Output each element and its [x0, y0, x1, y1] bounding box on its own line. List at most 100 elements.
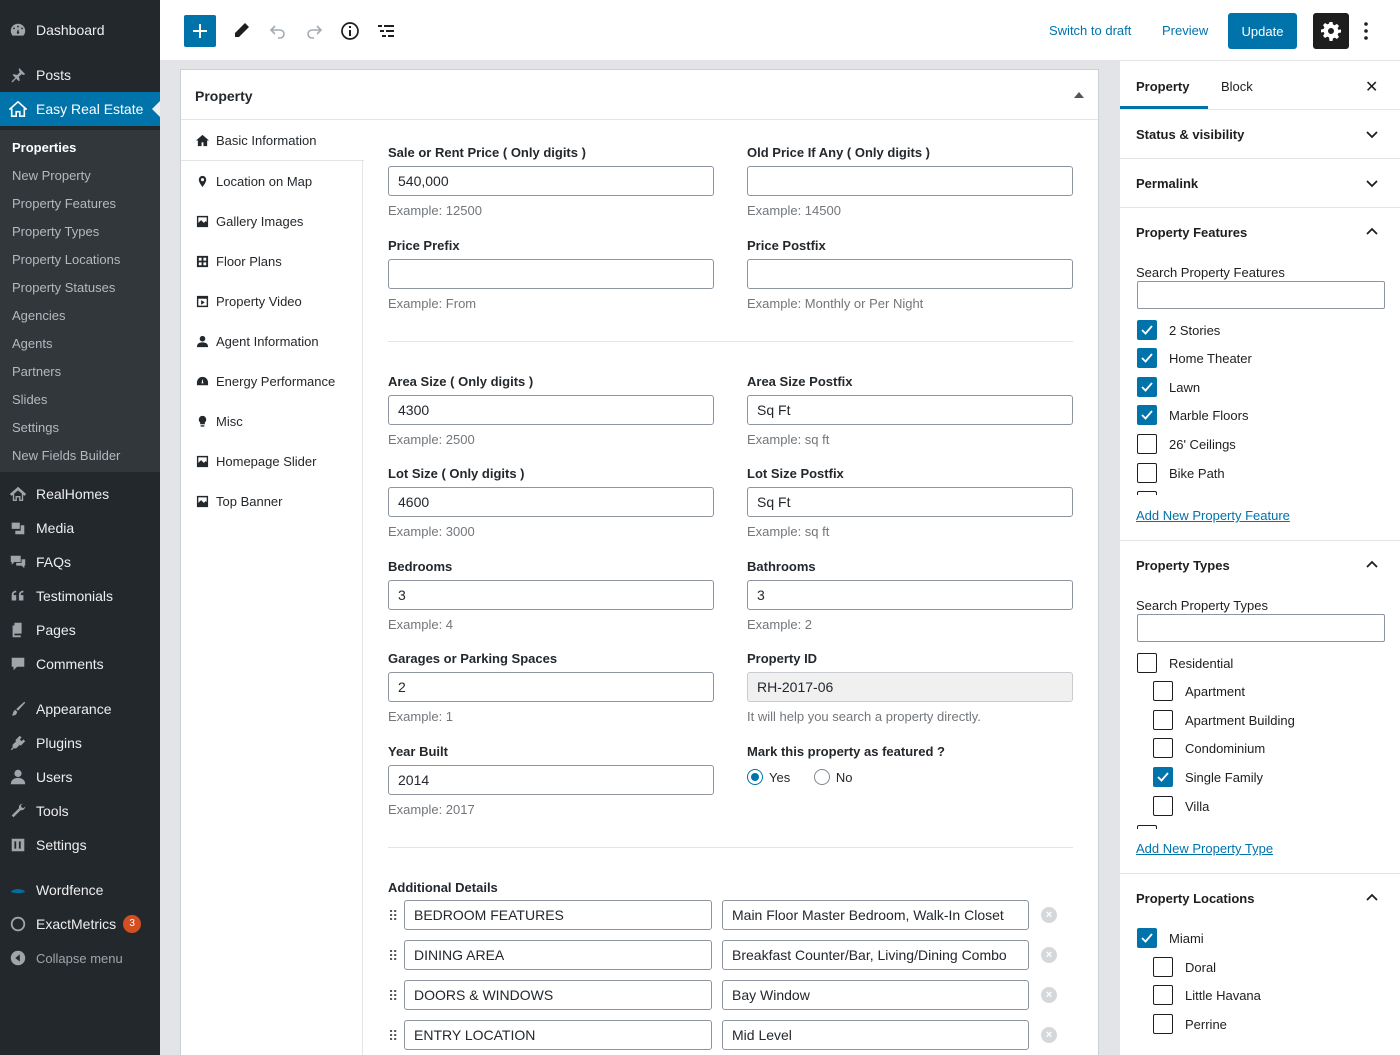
panel-property-types[interactable]: Property Types [1120, 541, 1400, 590]
add-block-button[interactable] [184, 15, 216, 47]
checkbox-location[interactable]: Perrine [1153, 1014, 1227, 1034]
checkbox-type[interactable]: Condominium [1153, 738, 1265, 758]
featured-no-radio[interactable]: No [813, 769, 852, 785]
checkbox-feature[interactable]: Lawn [1137, 377, 1200, 397]
drag-handle-icon[interactable]: ⠿ [388, 907, 398, 925]
checkbox-type[interactable]: Residential [1137, 653, 1233, 673]
lot-size-input[interactable] [388, 487, 714, 517]
search-features-input[interactable] [1137, 281, 1385, 309]
submenu-item[interactable]: Agencies [12, 308, 65, 323]
submenu-item[interactable]: Property Types [12, 224, 99, 239]
collapse-menu-button[interactable]: Collapse menu [0, 941, 160, 975]
checkbox-type[interactable]: Apartment Building [1153, 710, 1295, 730]
submenu-item[interactable]: Partners [12, 364, 61, 379]
submenu-item[interactable]: Agents [12, 336, 52, 351]
drag-handle-icon[interactable]: ⠿ [388, 947, 398, 965]
update-button[interactable]: Update [1228, 13, 1297, 49]
detail-value-input[interactable] [722, 1020, 1029, 1050]
area-size-input[interactable] [388, 395, 714, 425]
close-sidebar-button[interactable]: ✕ [1365, 77, 1378, 97]
featured-yes-radio[interactable]: Yes [747, 769, 790, 785]
tab-gallery-images[interactable]: Gallery Images [181, 201, 363, 241]
detail-value-input[interactable] [722, 980, 1029, 1010]
menu-testimonials[interactable]: Testimonials [0, 579, 160, 613]
metabox-header[interactable]: Property [181, 70, 1098, 120]
price-input[interactable] [388, 166, 714, 196]
tab-property[interactable]: Property [1136, 79, 1189, 94]
add-property-type-link[interactable]: Add New Property Type [1136, 841, 1273, 856]
checkbox-feature[interactable]: Bike Path [1137, 463, 1225, 483]
checkbox-feature[interactable]: 2 Stories [1137, 320, 1220, 340]
submenu-item[interactable]: New Fields Builder [12, 448, 120, 463]
old-price-input[interactable] [747, 166, 1073, 196]
checkbox-type[interactable]: Villa [1153, 796, 1209, 816]
detail-value-input[interactable] [722, 900, 1029, 930]
submenu-item[interactable]: Property Locations [12, 252, 120, 267]
checkbox-type[interactable]: Apartment [1153, 681, 1245, 701]
panel-permalink[interactable]: Permalink [1120, 159, 1400, 208]
price-prefix-input[interactable] [388, 259, 714, 289]
menu-dashboard[interactable]: Dashboard [0, 13, 160, 47]
panel-property-locations[interactable]: Property Locations [1120, 874, 1400, 923]
panel-property-features[interactable]: Property Features [1120, 208, 1400, 257]
tab-basic-information[interactable]: Basic Information [181, 121, 364, 161]
garages-input[interactable] [388, 672, 714, 702]
price-postfix-input[interactable] [747, 259, 1073, 289]
redo-button[interactable] [301, 18, 327, 44]
checkbox-feature[interactable]: Marble Floors [1137, 405, 1248, 425]
menu-posts[interactable]: Posts [0, 58, 160, 92]
detail-key-input[interactable] [404, 940, 712, 970]
bedrooms-input[interactable] [388, 580, 714, 610]
undo-button[interactable] [265, 18, 291, 44]
preview-button[interactable]: Preview [1162, 23, 1208, 38]
tab-location-on-map[interactable]: Location on Map [181, 161, 363, 201]
submenu-item[interactable]: Settings [12, 420, 59, 435]
menu-wordfence[interactable]: Wordfence [0, 873, 160, 907]
more-menu-button[interactable] [1356, 18, 1376, 44]
drag-handle-icon[interactable]: ⠿ [388, 1027, 398, 1045]
menu-comments[interactable]: Comments [0, 647, 160, 681]
submenu-item[interactable]: Property Statuses [12, 280, 115, 295]
remove-row-icon[interactable]: × [1041, 1027, 1057, 1043]
panel-status-visibility[interactable]: Status & visibility [1120, 110, 1400, 159]
checkbox-location[interactable]: Little Havana [1153, 985, 1261, 1005]
property-id-input[interactable] [747, 672, 1073, 702]
detail-key-input[interactable] [404, 1020, 712, 1050]
lot-postfix-input[interactable] [747, 487, 1073, 517]
tab-misc[interactable]: Misc [181, 401, 363, 441]
remove-row-icon[interactable]: × [1041, 947, 1057, 963]
menu-exactmetrics[interactable]: ExactMetrics 3 [0, 907, 160, 941]
submenu-item[interactable]: New Property [12, 168, 91, 183]
menu-easy-real-estate[interactable]: Easy Real Estate [0, 92, 160, 126]
collapse-arrow-icon[interactable] [1074, 92, 1084, 98]
detail-key-input[interactable] [404, 980, 712, 1010]
tab-floor-plans[interactable]: Floor Plans [181, 241, 363, 281]
menu-pages[interactable]: Pages [0, 613, 160, 647]
tab-homepage-slider[interactable]: Homepage Slider [181, 441, 363, 481]
tab-property-video[interactable]: Property Video [181, 281, 363, 321]
menu-settings[interactable]: Settings [0, 828, 160, 862]
checkbox-location[interactable]: Doral [1153, 957, 1216, 977]
checkbox-feature[interactable]: 26' Ceilings [1137, 434, 1236, 454]
add-property-feature-link[interactable]: Add New Property Feature [1136, 508, 1290, 523]
tab-agent-information[interactable]: Agent Information [181, 321, 363, 361]
menu-users[interactable]: Users [0, 760, 160, 794]
remove-row-icon[interactable]: × [1041, 987, 1057, 1003]
tab-block[interactable]: Block [1221, 79, 1253, 94]
info-button[interactable] [337, 18, 363, 44]
area-postfix-input[interactable] [747, 395, 1073, 425]
search-types-input[interactable] [1137, 614, 1385, 642]
detail-key-input[interactable] [404, 900, 712, 930]
remove-row-icon[interactable]: × [1041, 907, 1057, 923]
detail-value-input[interactable] [722, 940, 1029, 970]
bathrooms-input[interactable] [747, 580, 1073, 610]
tab-top-banner[interactable]: Top Banner [181, 481, 363, 521]
drag-handle-icon[interactable]: ⠿ [388, 987, 398, 1005]
submenu-item[interactable]: Properties [12, 140, 76, 155]
submenu-item[interactable]: Slides [12, 392, 47, 407]
outline-button[interactable] [373, 18, 399, 44]
year-built-input[interactable] [388, 765, 714, 795]
edit-mode-button[interactable] [228, 18, 254, 44]
tab-energy-performance[interactable]: Energy Performance [181, 361, 363, 401]
menu-faqs[interactable]: FAQs [0, 545, 160, 579]
